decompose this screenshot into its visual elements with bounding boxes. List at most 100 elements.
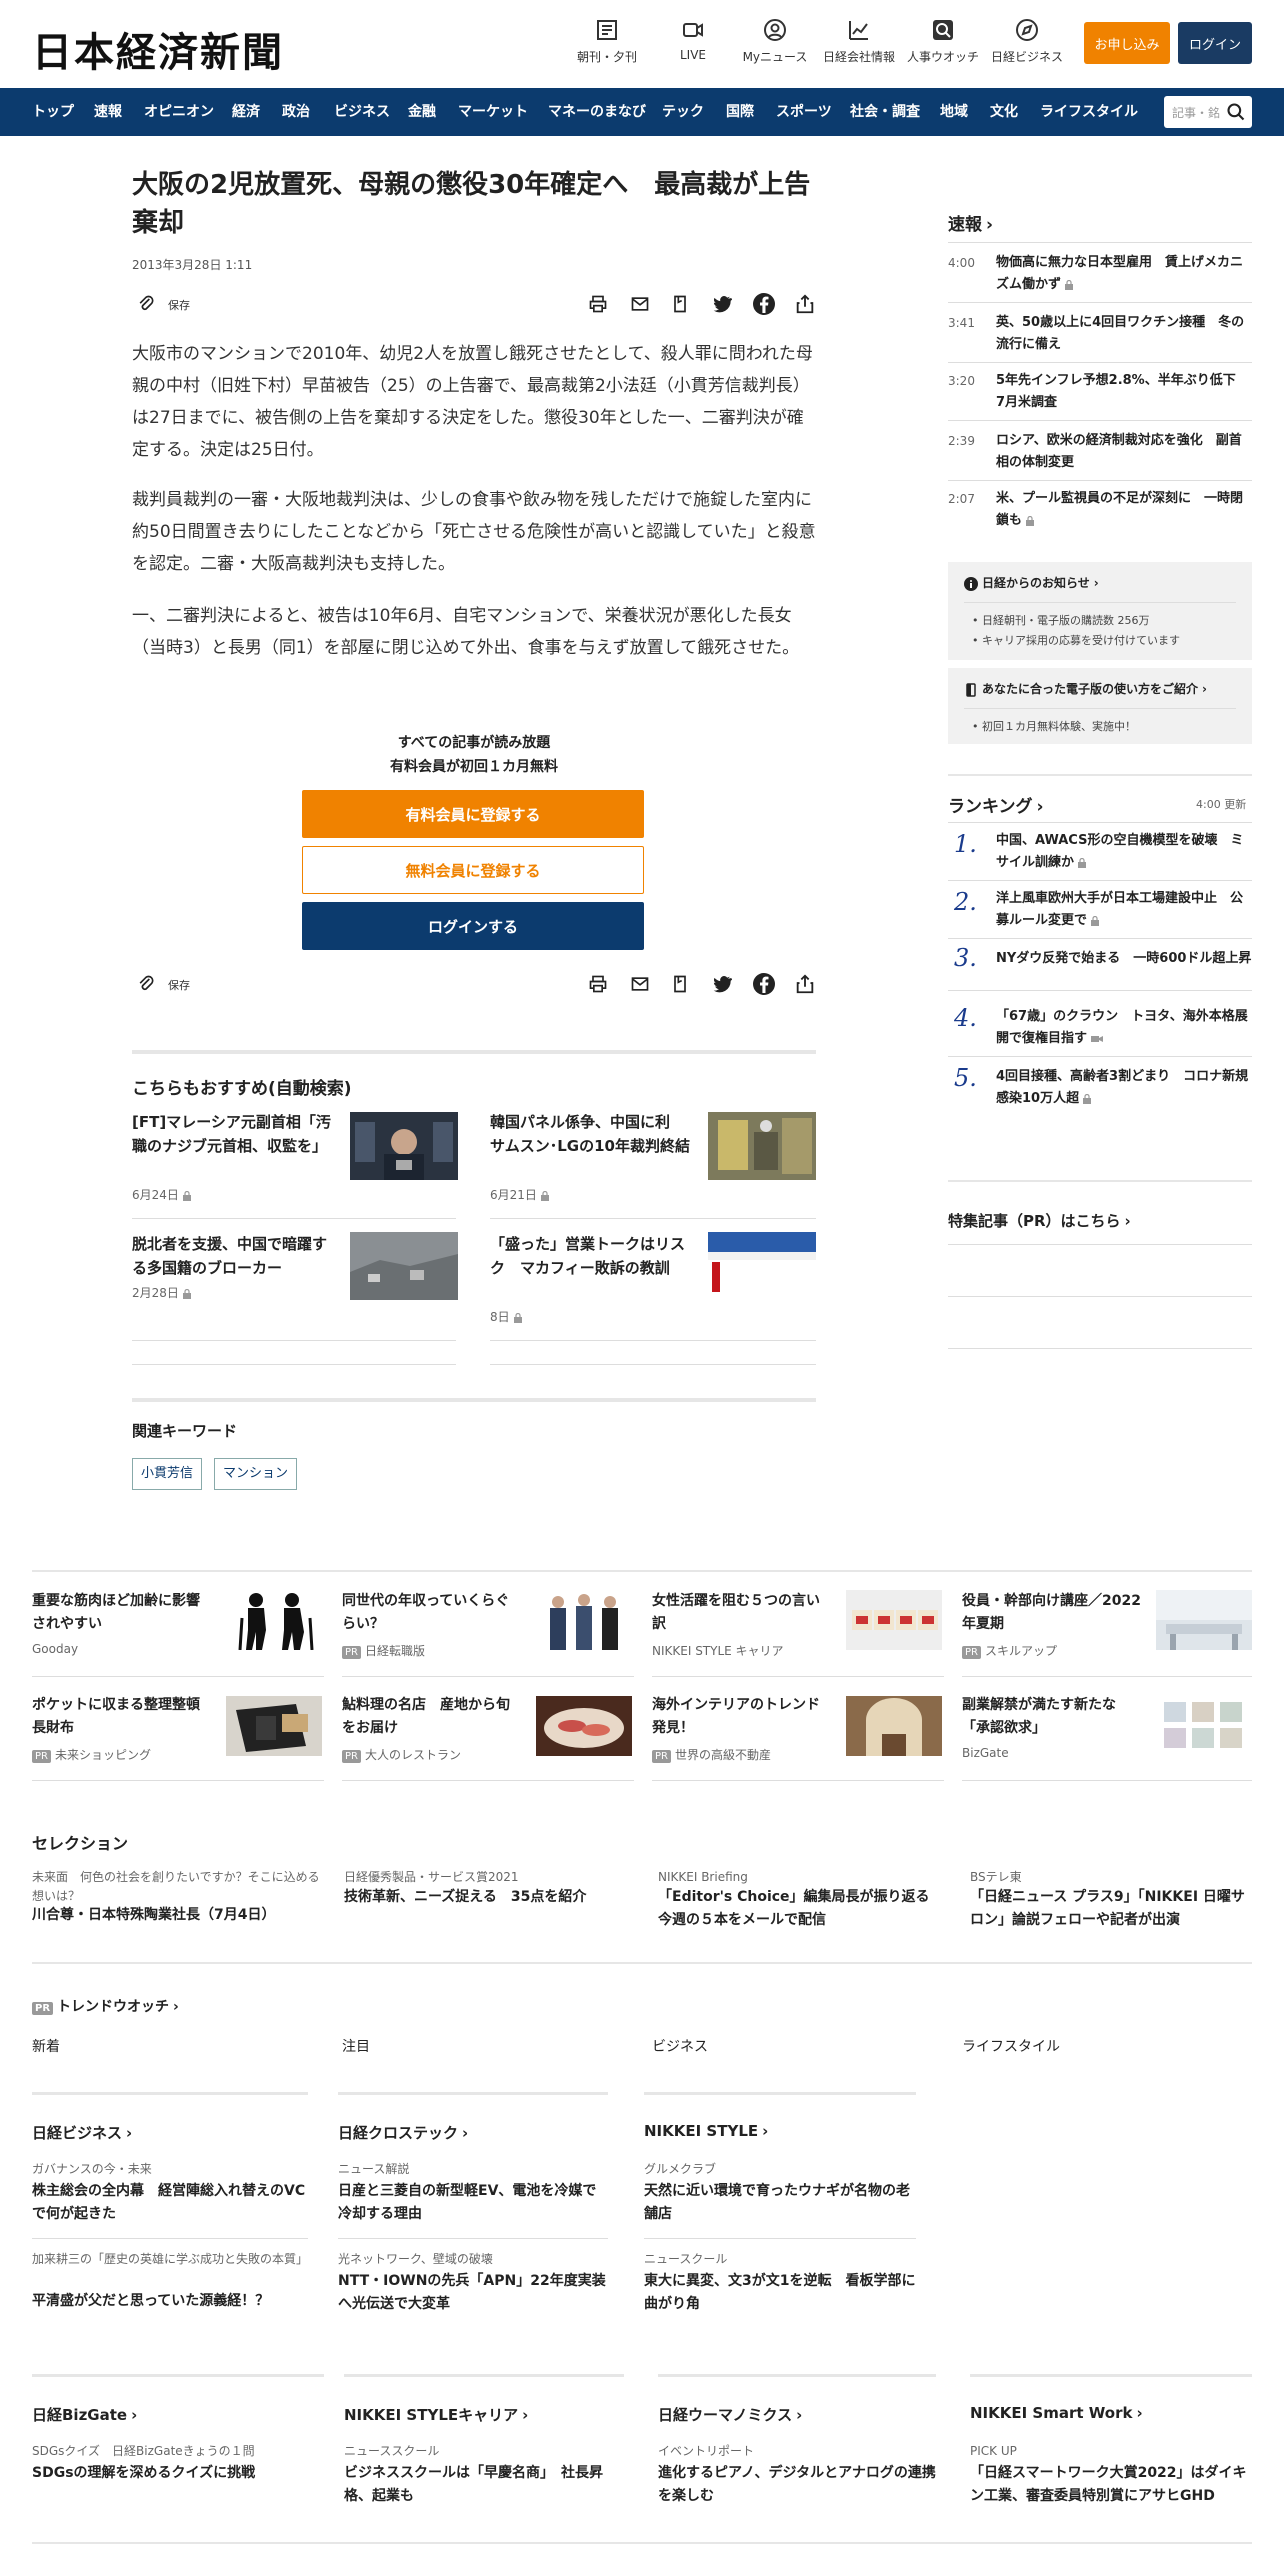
- mail-icon[interactable]: [630, 294, 650, 314]
- nav-item-tech[interactable]: テック: [662, 88, 704, 136]
- mail-icon[interactable]: [630, 974, 650, 994]
- note-icon[interactable]: [670, 974, 690, 994]
- note-icon[interactable]: [670, 294, 690, 314]
- meeting-room-photo[interactable]: [1156, 1590, 1252, 1650]
- promo-title[interactable]: ポケットに収まる整理整頓長財布: [32, 1694, 212, 1740]
- brand-heading-xtech[interactable]: 日経クロステック ›: [338, 2122, 468, 2143]
- gender-equality-blocks-photo[interactable]: [846, 1590, 942, 1650]
- keyword-tag[interactable]: 小貫芳信: [132, 1458, 203, 1490]
- promo-title[interactable]: 女性活躍を阻む５つの言い訳: [652, 1590, 832, 1636]
- mcafee-store-thumbnail[interactable]: [708, 1232, 816, 1300]
- interior-photo[interactable]: [846, 1696, 942, 1756]
- brand-article-title[interactable]: 「日経スマートワーク大賞2022」はダイキン工業、審査委員特別賞にアサヒGHD: [970, 2462, 1252, 2508]
- notice-heading[interactable]: あなたに合った電子版の使い方をご紹介 ›: [964, 680, 1207, 697]
- recommend-item-title[interactable]: 「盛った」営業トークはリスク マカフィー敗訴の教訓: [490, 1232, 690, 1280]
- promo-title[interactable]: 鮎料理の名店 産地から旬をお届け: [342, 1694, 522, 1740]
- notice-item[interactable]: • 日経朝刊・電子版の購読数 256万: [972, 612, 1150, 628]
- promo-title[interactable]: 重要な筋肉ほど加齢に影響されやすい: [32, 1590, 212, 1636]
- notice-item[interactable]: • キャリア採用の応募を受け付けています: [972, 632, 1180, 648]
- business-people-photo[interactable]: [536, 1590, 632, 1650]
- ranking-heading[interactable]: ランキング ›: [948, 792, 1044, 817]
- recommend-item-title[interactable]: 脱北者を支援、中国で暗躍する多国籍のブローカー: [132, 1232, 332, 1280]
- breaking-title[interactable]: 5年先インフレ予想2.8%、半年ぶり低下 7月米調査: [996, 370, 1254, 414]
- breaking-title[interactable]: 米、プール監視員の不足が深刻に 一時閉鎖も: [996, 488, 1254, 532]
- nav-item-finance[interactable]: 金融: [408, 88, 436, 136]
- video-call-grid-photo[interactable]: [1156, 1696, 1252, 1756]
- ranking-title[interactable]: NYダウ反発で始まる 一時600ドル超上昇: [996, 948, 1254, 970]
- trend-col-new[interactable]: 新着: [32, 2036, 60, 2056]
- share-icon[interactable]: [794, 292, 816, 316]
- nav-item-society[interactable]: 社会・調査: [850, 88, 920, 136]
- ranking-title[interactable]: 4回目接種、高齢者3割どまり コロナ新規感染10万人超: [996, 1066, 1254, 1110]
- trend-col-featured[interactable]: 注目: [342, 2036, 370, 2056]
- nav-item-breaking[interactable]: 速報: [94, 88, 122, 136]
- ranking-title[interactable]: 中国、AWACS形の空自機模型を破壊 ミサイル訓練か: [996, 830, 1254, 874]
- brand-article-title[interactable]: SDGsの理解を深めるクイズに挑戦: [32, 2462, 322, 2485]
- facebook-icon[interactable]: [752, 292, 776, 316]
- trend-col-lifestyle[interactable]: ライフスタイル: [962, 2036, 1060, 2056]
- brand-heading-style-career[interactable]: NIKKEI STYLEキャリア ›: [344, 2404, 528, 2425]
- nav-item-politics[interactable]: 政治: [282, 88, 310, 136]
- brand-article-title[interactable]: NTT・IOWNの先兵「APN」22年度実装へ光伝送で大変革: [338, 2270, 610, 2316]
- nav-item-international[interactable]: 国際: [726, 88, 754, 136]
- company-info-link[interactable]: 日経会社情報: [814, 18, 904, 65]
- notice-heading[interactable]: 日経からのお知らせ ›: [964, 574, 1099, 591]
- promo-title[interactable]: 同世代の年収っていくらぐらい？: [342, 1590, 522, 1636]
- brand-article-title[interactable]: ビジネススクールは「早慶名商」 社長昇格、起業も: [344, 2462, 624, 2508]
- ranking-title[interactable]: 洋上風車欧州大手が日本工場建設中止 公募ルール変更で: [996, 888, 1254, 932]
- live-link[interactable]: LIVE: [648, 18, 738, 62]
- search-input[interactable]: 記事・銘柄: [1164, 96, 1252, 128]
- breaking-heading[interactable]: 速報 ›: [948, 210, 993, 235]
- selection-title[interactable]: 「Editor's Choice」編集局長が振り返る今週の５本をメールで配信: [658, 1886, 938, 1932]
- brand-heading-smart-work[interactable]: NIKKEI Smart Work ›: [970, 2404, 1143, 2422]
- clip-icon[interactable]: [136, 974, 156, 994]
- nikkei-logo[interactable]: 日本経済新聞: [32, 20, 284, 78]
- print-icon[interactable]: [588, 294, 608, 314]
- brand-article-title[interactable]: 進化するピアノ、デジタルとアナログの連携を楽しむ: [658, 2462, 936, 2508]
- twitter-icon[interactable]: [712, 974, 732, 994]
- login-cta-button[interactable]: ログインする: [302, 902, 644, 950]
- keyword-tag[interactable]: マンション: [214, 1458, 298, 1490]
- recommend-thumbnail[interactable]: [708, 1112, 816, 1180]
- twitter-icon[interactable]: [712, 294, 732, 314]
- nav-item-regional[interactable]: 地域: [940, 88, 968, 136]
- recommend-thumbnail[interactable]: [350, 1232, 458, 1300]
- selection-title[interactable]: 「日経ニュース プラス9」「NIKKEI 日曜サロン」論説フェローや記者が出演: [970, 1886, 1252, 1932]
- nav-item-top[interactable]: トップ: [32, 88, 74, 136]
- selection-title[interactable]: 川合尊・日本特殊陶業社長（7月4日）: [32, 1904, 322, 1927]
- nikkei-business-link[interactable]: 日経ビジネス: [982, 18, 1072, 65]
- pr-articles-heading[interactable]: 特集記事（PR）はこちら ›: [948, 1210, 1131, 1231]
- facebook-icon[interactable]: [752, 972, 776, 996]
- paid-register-button[interactable]: 有料会員に登録する: [302, 790, 644, 838]
- notice-item[interactable]: • 初回１カ月無料体験、実施中！: [972, 718, 1136, 734]
- breaking-title[interactable]: 英、50歳以上に4回目ワクチン接種 冬の流行に備え: [996, 312, 1254, 356]
- nav-item-business[interactable]: ビジネス: [334, 88, 390, 136]
- selection-title[interactable]: 技術革新、ニーズ捉える 35点を紹介: [344, 1886, 634, 1909]
- brand-heading-womanomics[interactable]: 日経ウーマノミクス ›: [658, 2404, 802, 2425]
- my-news-link[interactable]: Myニュース: [730, 18, 820, 65]
- free-register-button[interactable]: 無料会員に登録する: [302, 846, 644, 894]
- trend-watch-heading[interactable]: PR トレンドウオッチ ›: [32, 1996, 179, 2016]
- clip-icon[interactable]: [136, 294, 156, 314]
- recommend-item-title[interactable]: 韓国パネル係争、中国に利 サムスン･LGの10年裁判終結: [490, 1110, 690, 1158]
- nav-item-sports[interactable]: スポーツ: [776, 88, 832, 136]
- nav-item-economy[interactable]: 経済: [232, 88, 260, 136]
- brand-article-title[interactable]: 平清盛が父だと思っていた源義経！？: [32, 2290, 308, 2313]
- nav-item-market[interactable]: マーケット: [458, 88, 528, 136]
- save-label[interactable]: 保存: [168, 297, 190, 313]
- login-button[interactable]: ログイン: [1178, 22, 1252, 64]
- save-label[interactable]: 保存: [168, 977, 190, 993]
- wallet-photo[interactable]: [226, 1696, 322, 1756]
- share-icon[interactable]: [794, 972, 816, 996]
- personnel-watch-link[interactable]: 人事ウオッチ: [898, 18, 988, 65]
- elderly-couple-illustration[interactable]: [226, 1590, 322, 1650]
- nav-item-opinion[interactable]: オピニオン: [144, 88, 214, 136]
- promo-title[interactable]: 海外インテリアのトレンド発見！: [652, 1694, 832, 1740]
- print-edition-link[interactable]: 朝刊・夕刊: [562, 18, 652, 65]
- ranking-title[interactable]: 「67歳」のクラウン トヨタ、海外本格展開で復権目指す: [996, 1006, 1254, 1050]
- nav-item-lifestyle[interactable]: ライフスタイル: [1040, 88, 1138, 136]
- trend-col-business[interactable]: ビジネス: [652, 2036, 708, 2056]
- recommend-item-title[interactable]: [FT]マレーシア元副首相「汚職のナジブ元首相、収監を」: [132, 1110, 332, 1158]
- promo-title[interactable]: 副業解禁が満たす新たな「承認欲求」: [962, 1694, 1142, 1740]
- recommend-thumbnail[interactable]: [350, 1112, 458, 1180]
